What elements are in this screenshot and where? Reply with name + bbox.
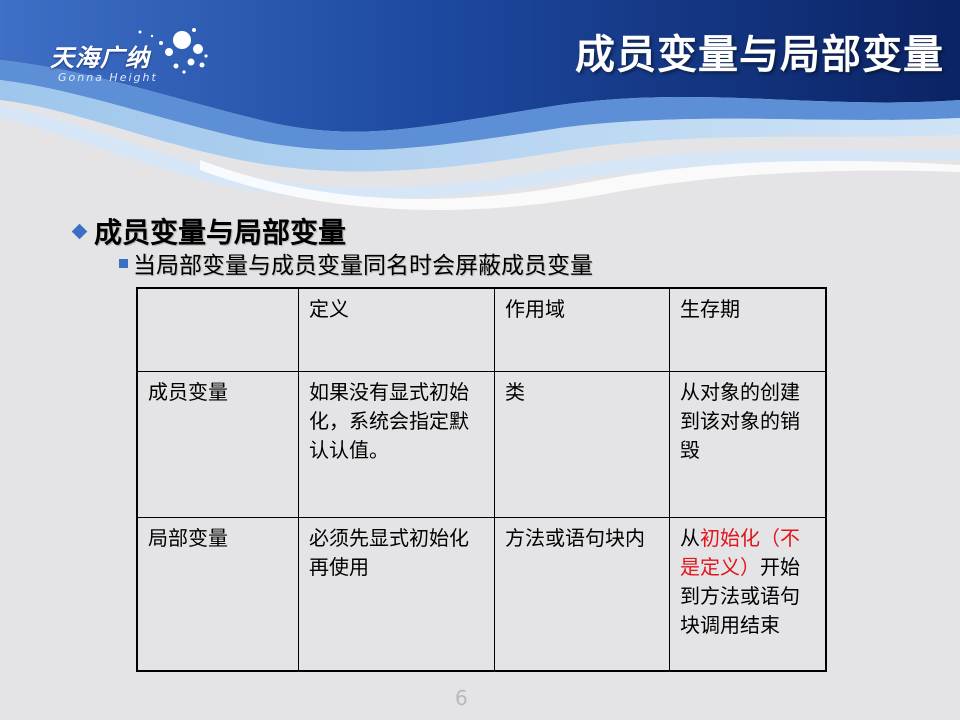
slide-title: 成员变量与局部变量 — [575, 32, 944, 78]
bullet-level1: 成员变量与局部变量 — [71, 211, 347, 251]
row-lifetime-cell: 从初始化（不是定义）开始到方法或语句块调用结束 — [669, 517, 827, 672]
row-name-cell: 局部变量 — [136, 517, 299, 672]
slide: 天海广纳 Gonna Height 成员变量与局部变量 成员变量与局部变量 当局… — [0, 0, 960, 720]
row-definition-cell: 必须先显式初始化再使用 — [298, 517, 495, 672]
table-header-row: 定义 作用域 生存期 — [136, 287, 827, 372]
row-definition-cell: 如果没有显式初始化，系统会指定默认认值。 — [298, 371, 495, 518]
header-cell-definition: 定义 — [298, 287, 495, 372]
row-scope-cell: 类 — [494, 371, 670, 518]
comparison-table: 定义 作用域 生存期 成员变量 如果没有显式初始化，系统会指定默认认值。 类 从… — [136, 287, 827, 672]
page-number: 6 — [455, 686, 468, 710]
lifetime-prefix: 从 — [680, 526, 700, 550]
bullet-level2-text: 当局部变量与成员变量同名时会屏蔽成员变量 — [133, 253, 593, 279]
bullet-level2: 当局部变量与成员变量同名时会屏蔽成员变量 — [119, 246, 593, 280]
logo-text: 天海广纳 — [50, 44, 150, 72]
row-lifetime-cell: 从对象的创建到该对象的销毁 — [669, 371, 827, 518]
row-name-cell: 成员变量 — [136, 371, 299, 518]
logo-subtitle: Gonna Height — [58, 71, 158, 84]
header-cell-empty — [136, 287, 299, 372]
table-row: 局部变量 必须先显式初始化再使用 方法或语句块内 从初始化（不是定义）开始到方法… — [136, 517, 827, 672]
header-cell-scope: 作用域 — [494, 287, 670, 372]
header-cell-lifetime: 生存期 — [669, 287, 827, 372]
table-row: 成员变量 如果没有显式初始化，系统会指定默认认值。 类 从对象的创建到该对象的销… — [136, 371, 827, 518]
bullet-level1-text: 成员变量与局部变量 — [94, 216, 347, 249]
square-bullet-icon — [119, 258, 128, 268]
diamond-bullet-icon — [71, 223, 88, 239]
row-scope-cell: 方法或语句块内 — [494, 517, 670, 672]
